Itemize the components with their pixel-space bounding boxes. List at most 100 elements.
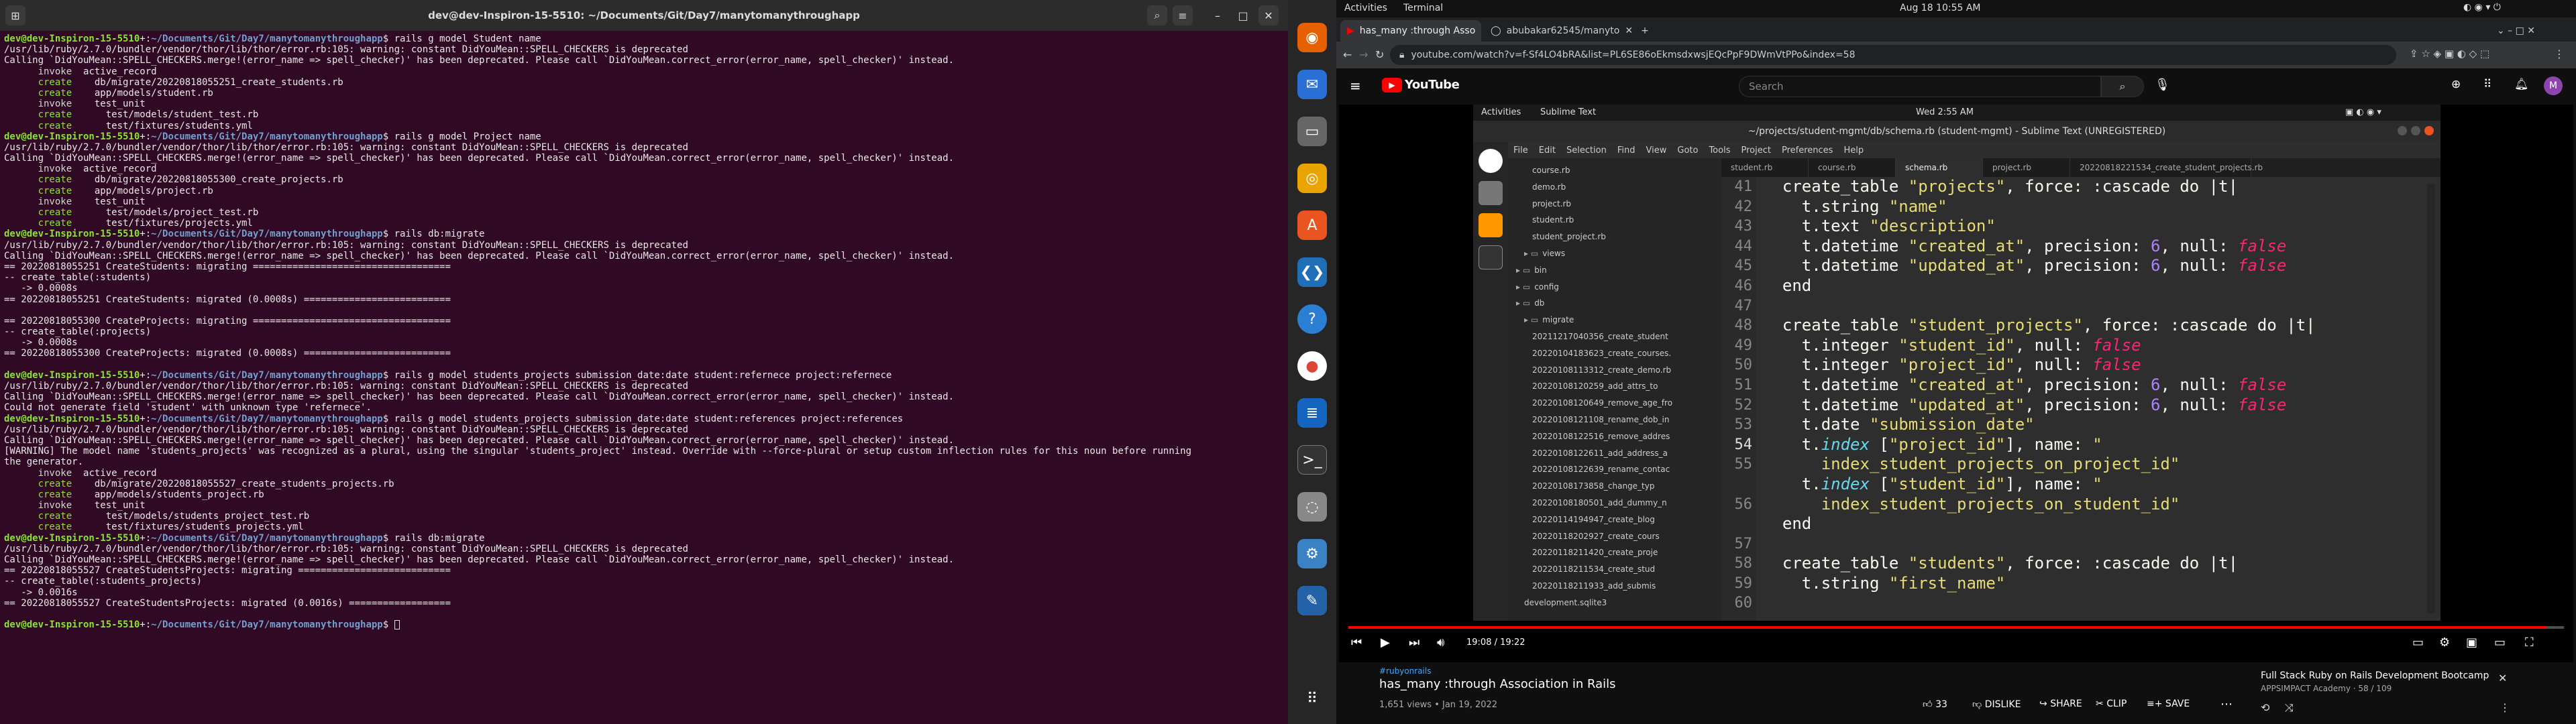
editor-tab: project.rb <box>1983 158 2070 177</box>
video-player[interactable]: Activities Sublime Text Wed 2:55 AM ▣ ◐ … <box>1339 105 2573 662</box>
clip-button[interactable]: ✂ CLIP <box>2096 699 2127 709</box>
docs-icon[interactable]: ≣ <box>1297 398 1327 428</box>
code-token: , force: :cascade do |t| <box>2005 177 2239 196</box>
firefox-icon[interactable]: ◉ <box>1297 23 1327 52</box>
sidebar-item-label: 20220108122611_add_address_a <box>1532 448 1668 458</box>
line-number: 58 <box>1734 555 1753 572</box>
thunderbird-icon[interactable]: ✉ <box>1297 70 1327 99</box>
code-token: ], name: <box>2005 434 2093 454</box>
code-line: t.datetime "created_at", precision: 6, n… <box>1763 375 2434 396</box>
avatar[interactable]: M <box>2544 76 2563 95</box>
close-icon[interactable]: ✕ <box>1258 5 1279 25</box>
terminal-text: $ rails g model students_projects submis… <box>382 413 904 424</box>
terminal-text: invoke <box>4 467 84 479</box>
terminal-text: create <box>4 87 95 99</box>
line-number: 54 <box>1734 436 1753 453</box>
settings-icon[interactable]: ⚙ <box>1297 539 1327 568</box>
inner-dock <box>1473 142 1508 621</box>
back-icon[interactable]: ← <box>1343 48 1352 61</box>
clock[interactable]: Aug 18 10:55 AM <box>1900 3 1981 13</box>
search-icon[interactable]: ⌕ <box>1147 5 1167 25</box>
app-grid-icon[interactable]: ⠿ <box>1297 684 1327 713</box>
terminal-line: Calling `DidYouMean::SPELL_CHECKERS.merg… <box>4 251 1279 261</box>
terminal-output[interactable]: dev@dev-Inspiron-15-5510+:~/Documents/Gi… <box>4 34 1279 721</box>
hamburger-icon[interactable]: ≡ <box>1350 78 1361 94</box>
captions-icon[interactable]: ▭ <box>2412 636 2424 650</box>
youtube-logo-icon[interactable]: ▶ <box>1382 78 1402 93</box>
share-label: SHARE <box>2050 699 2082 709</box>
new-tab-icon[interactable]: ⊞ <box>5 5 25 25</box>
files-icon[interactable]: ▭ <box>1297 117 1327 146</box>
share-button[interactable]: ↪ SHARE <box>2039 699 2082 709</box>
vscode-icon[interactable]: ❮❯ <box>1297 257 1327 287</box>
window-controls[interactable]: ⌄ – □ ✕ <box>2490 20 2571 42</box>
editor-tab-label: project.rb <box>1992 163 2032 172</box>
search-button[interactable]: ⌕ <box>2101 76 2144 97</box>
loop-icon[interactable]: ⟲ <box>2261 701 2269 714</box>
text-editor-icon[interactable]: ✎ <box>1297 586 1327 615</box>
help-icon[interactable]: ? <box>1297 304 1327 334</box>
maximize-icon[interactable]: □ <box>1233 5 1253 25</box>
youtube-logo-text[interactable]: YouTube <box>1405 78 1460 92</box>
progress-bar[interactable] <box>1348 626 2564 629</box>
notifications-icon[interactable]: 🔔︎ <box>2514 78 2529 91</box>
rhythmbox-icon[interactable]: ◎ <box>1297 164 1327 193</box>
terminal-icon[interactable]: >_ <box>1297 445 1327 475</box>
terminal-line: dev@dev-Inspiron-15-5510+:~/Documents/Gi… <box>4 533 1279 544</box>
code-token: 6 <box>2150 256 2161 276</box>
shuffle-icon[interactable]: ⤨ <box>2285 701 2294 715</box>
chrome-icon[interactable]: ● <box>1297 351 1327 381</box>
microphone-icon[interactable]: 🎙︎ <box>2155 78 2170 92</box>
folder-icon: ▸ ▭ <box>1516 298 1531 308</box>
code-token: , null: <box>2015 355 2093 375</box>
dislike-button[interactable]: 👎︎ DISLIKE <box>1972 699 2021 710</box>
fullscreen-icon[interactable]: ⛶ <box>2525 636 2534 650</box>
like-button[interactable]: 👍︎ 33 <box>1923 699 1947 710</box>
minimize-icon[interactable]: – <box>1208 5 1228 25</box>
code-token: , null: <box>2015 335 2093 355</box>
create-icon[interactable]: ⊕ <box>2451 78 2461 91</box>
settings-icon[interactable]: ⚙ <box>2439 636 2450 650</box>
tab-github[interactable]: ◯ abubakar62545/manyto ✕ <box>1484 20 1631 42</box>
terminal-text: ~/Documents/Git/Day7/manytomanythroughap… <box>151 34 383 44</box>
terminal-app-menu[interactable]: Terminal <box>1403 3 1443 13</box>
theater-icon[interactable]: ▭ <box>2494 636 2506 650</box>
tab-youtube[interactable]: ▶ has_many :through Asso ✕ <box>1340 20 1481 42</box>
terminal-text: create <box>4 109 106 121</box>
menu-icon[interactable]: ≡ <box>1173 5 1193 25</box>
sidebar-item-label: 20220108120259_add_attrs_to <box>1532 381 1658 391</box>
volume-icon[interactable]: 🔊︎ <box>1437 636 1444 650</box>
chrome-menu-icon[interactable]: ⋮ <box>2554 48 2565 60</box>
code-line: t.date "submission_date" <box>1763 415 2434 435</box>
apps-icon[interactable]: ⠿ <box>2483 78 2491 91</box>
more-icon[interactable]: ⋯ <box>2220 697 2233 711</box>
hashtag-link[interactable]: #rubyonrails <box>1379 666 1431 676</box>
status-icons[interactable]: ◐ ◉ ▾ ⏻ <box>2463 2 2501 13</box>
new-tab-button[interactable]: + <box>1634 20 1656 42</box>
activities-button[interactable]: Activities <box>1344 3 1387 13</box>
code-token: "project_id" <box>1888 434 2006 454</box>
close-playlist-icon[interactable]: ✕ <box>2498 672 2507 684</box>
extension-icons[interactable]: ⇪ ☆ ◈ ▣ ◐ ◇ ⬚ <box>2410 48 2489 60</box>
previous-icon[interactable]: ⏮ <box>1351 636 1362 650</box>
terminal-text: Could not generate field 'student' with … <box>4 402 372 414</box>
playlist-panel[interactable]: Full Stack Ruby on Rails Development Boo… <box>2261 670 2563 717</box>
search-input[interactable]: Search <box>1739 76 2101 97</box>
playlist-more-icon[interactable]: ⋮ <box>2500 701 2510 714</box>
code-line: index_student_projects_on_student_id" <box>1763 495 2434 515</box>
terminal-text: -> 0.0016s <box>4 587 78 598</box>
reload-icon[interactable]: ↻ <box>1375 48 1384 61</box>
close-tab-icon[interactable]: ✕ <box>1625 25 1631 36</box>
address-bar[interactable]: 🔒︎ youtube.com/watch?v=f-Sf4LO4bRA&list=… <box>1390 45 2396 65</box>
code-token: t.datetime <box>1763 256 1909 276</box>
save-button[interactable]: ≡+ SAVE <box>2147 699 2190 709</box>
terminal-text: $ rails db:migrate <box>382 229 485 240</box>
play-icon[interactable]: ▶ <box>1381 636 1390 650</box>
terminal-line: invoke active_record <box>4 164 1279 174</box>
miniplayer-icon[interactable]: ▣ <box>2466 636 2477 650</box>
software-icon[interactable]: A <box>1297 210 1327 240</box>
next-icon[interactable]: ⏭ <box>1409 636 1419 650</box>
code-token: create_table <box>1763 316 1909 335</box>
screenshot-icon[interactable]: ◌ <box>1297 492 1327 522</box>
forward-icon[interactable]: → <box>1359 48 1368 61</box>
